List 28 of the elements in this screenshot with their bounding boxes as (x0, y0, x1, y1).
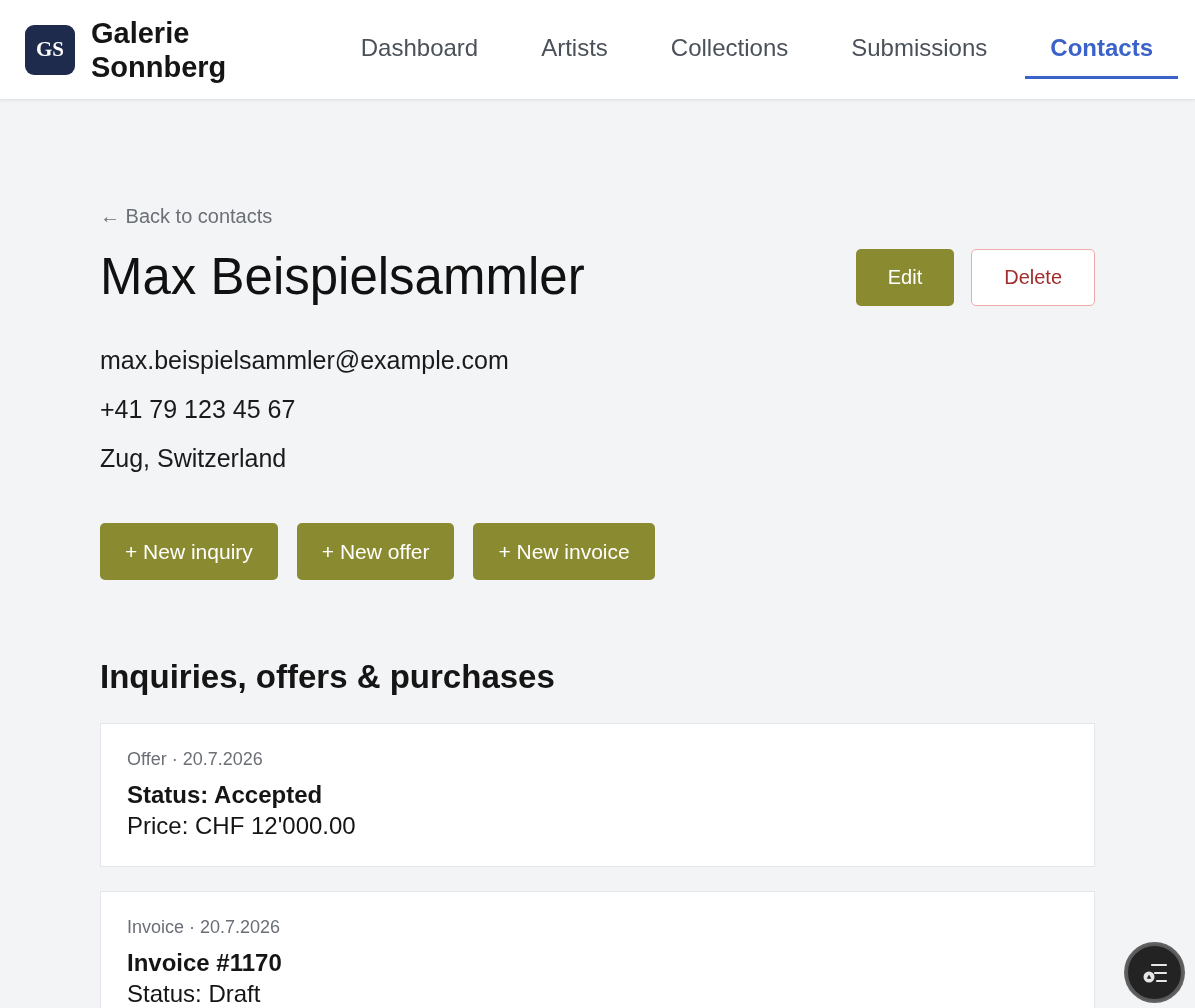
record-title: Status: Accepted (127, 780, 323, 810)
nav-tab[interactable]: Submissions (826, 20, 1013, 79)
nav-tab[interactable]: Contacts (1025, 20, 1178, 79)
record-card[interactable]: Invoice · 20.7.2026 Invoice #1170 Status: Draft (100, 891, 1095, 1008)
record-card[interactable]: Offer · 20.7.2026 Status: Accepted Price: CHF 12'000.00 (100, 723, 1095, 867)
edit-button[interactable]: Edit (855, 248, 955, 306)
record-meta: Invoice · 20.7.2026 (127, 916, 281, 939)
section-heading: Inquiries, offers & purchases (100, 657, 555, 697)
create-button[interactable]: + New offer (296, 523, 455, 580)
back-link[interactable]: ← Back to contacts (100, 202, 273, 230)
brand-logo[interactable]: GS (25, 24, 75, 75)
record-detail: Status: Draft (127, 979, 261, 1008)
contact-name: Max Beispielsammler (100, 248, 585, 306)
record-title: Invoice #1170 (127, 948, 282, 978)
nav-tab[interactable]: Collections (645, 20, 814, 79)
list-icon (1141, 961, 1168, 984)
brand-name[interactable]: Galerie Sonnberg (91, 15, 251, 84)
nav-tab[interactable]: Dashboard (335, 20, 504, 79)
create-button[interactable]: + New invoice (473, 523, 655, 580)
contact-phone: +41 79 123 45 67 (100, 394, 296, 425)
delete-button[interactable]: Delete (971, 248, 1095, 306)
create-button[interactable]: + New inquiry (100, 523, 278, 580)
record-meta: Offer · 20.7.2026 (127, 748, 263, 771)
contact-email: max.beispielsammler@example.com (100, 345, 509, 376)
nav-tab[interactable]: Artists (516, 20, 633, 79)
contact-location: Zug, Switzerland (100, 443, 287, 474)
floating-toolbar-button[interactable] (1126, 944, 1183, 1001)
record-detail: Price: CHF 12'000.00 (127, 811, 356, 841)
